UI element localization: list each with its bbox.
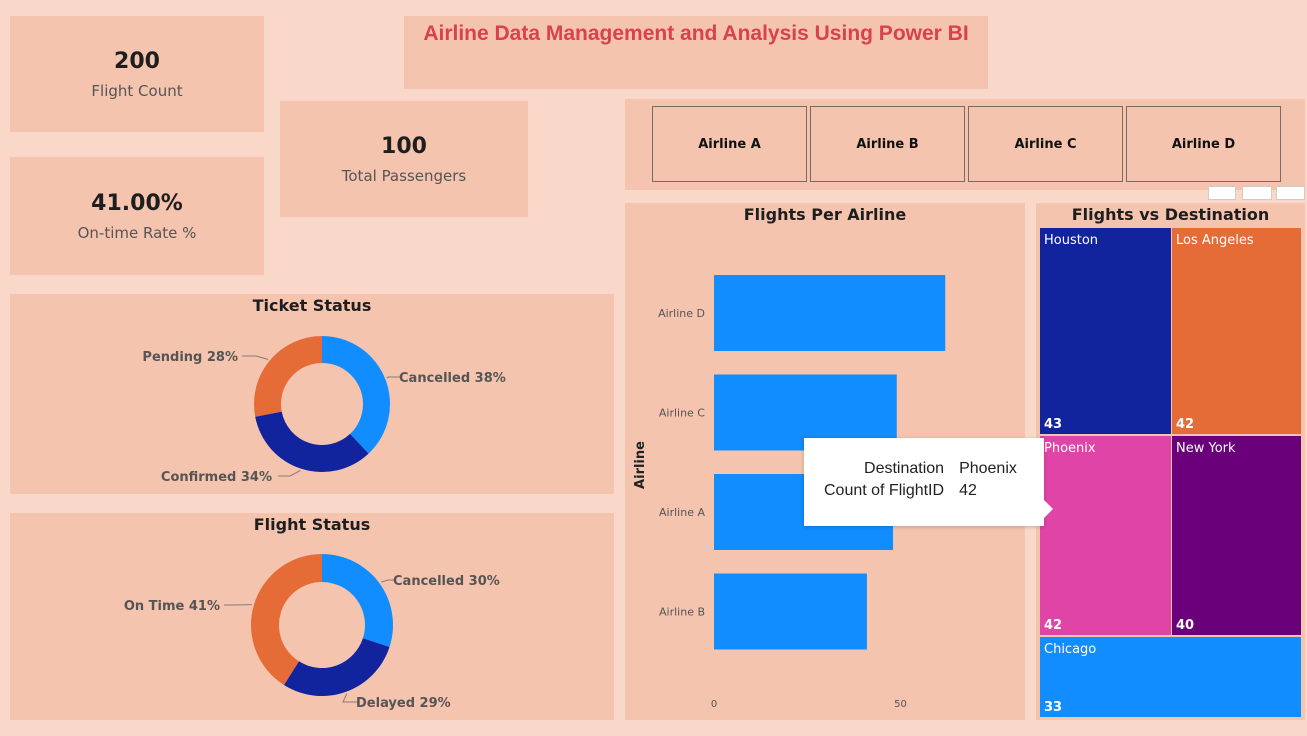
slicer-airline-b[interactable]: Airline B xyxy=(810,106,965,182)
flight-count-value: 200 xyxy=(114,48,160,74)
tooltip-value: 42 xyxy=(959,482,977,499)
y-tick-label: Airline A xyxy=(659,506,705,519)
on-time-rate-card: 41.00% On-time Rate % xyxy=(10,157,264,275)
tooltip-pointer xyxy=(1044,500,1053,518)
y-axis-title: Airline xyxy=(633,441,648,489)
ticket-status-slice-pending[interactable] xyxy=(254,336,322,417)
treemap-tile-chicago[interactable]: Chicago 33 xyxy=(1040,637,1301,717)
tooltip-key: Count of FlightID xyxy=(824,482,945,499)
ticket-status-card: Ticket Status Cancelled 38% Confirmed 34%… xyxy=(10,294,614,494)
on-time-rate-label: On-time Rate % xyxy=(77,223,197,242)
ticket-status-slice-cancelled[interactable] xyxy=(322,336,390,454)
treemap-tile-houston[interactable]: Houston 43 xyxy=(1040,228,1171,434)
bar-airline-b[interactable] xyxy=(714,573,867,650)
tooltip-row-destination: Destination Phoenix xyxy=(824,460,1017,478)
tooltip-row-count: Count of FlightID 42 xyxy=(824,478,1017,500)
bar-airline-d[interactable] xyxy=(714,275,946,351)
flight-status-slice-on-time[interactable] xyxy=(251,554,322,685)
flight-status-slice-delayed[interactable] xyxy=(283,638,390,696)
treemap-tile-label: Houston xyxy=(1044,233,1099,248)
y-tick-label: Airline B xyxy=(659,606,705,619)
total-passengers-card: 100 Total Passengers xyxy=(280,101,528,217)
ticket-status-label-cancelled: Cancelled 38% xyxy=(399,371,506,386)
airline-slicer: Airline A Airline B Airline C Airline D xyxy=(625,99,1305,190)
flight-status-label-cancelled: Cancelled 30% xyxy=(393,574,500,589)
ticket-status-leader-line xyxy=(278,470,301,477)
treemap-tile-value: 42 xyxy=(1176,417,1195,432)
ticket-status-label-confirmed: Confirmed 34% xyxy=(161,470,272,485)
treemap-tile-value: 42 xyxy=(1044,618,1063,633)
x-tick-label: 50 xyxy=(894,699,907,710)
flight-count-card: 200 Flight Count xyxy=(10,16,264,132)
tooltip-key: Destination xyxy=(864,460,945,477)
flight-status-label-on-time: On Time 41% xyxy=(124,599,220,614)
slicer-airline-d[interactable]: Airline D xyxy=(1126,106,1281,182)
report-title-card: Airline Data Management and Analysis Usi… xyxy=(404,16,988,89)
treemap-tile-new-york[interactable]: New York 40 xyxy=(1172,436,1301,635)
total-passengers-value: 100 xyxy=(381,133,427,159)
flights-vs-destination-card: Flights vs Destination Houston 43 Los Ange… xyxy=(1036,203,1305,720)
flight-status-donut: Cancelled 30% Delayed 29% On Time 41% xyxy=(124,554,500,711)
treemap-tile-label: Phoenix xyxy=(1044,441,1096,456)
chart-tooltip: Destination Phoenix Count of FlightID 42 xyxy=(804,438,1053,526)
report-title: Airline Data Management and Analysis Usi… xyxy=(423,22,969,45)
tooltip-value: Phoenix xyxy=(959,460,1017,477)
slicer-airline-c[interactable]: Airline C xyxy=(968,106,1123,182)
treemap-tile-label: Los Angeles xyxy=(1176,233,1254,248)
on-time-rate-value: 41.00% xyxy=(91,190,183,216)
treemap-tile-value: 33 xyxy=(1044,700,1063,715)
x-tick-label: 0 xyxy=(711,699,717,710)
ticket-status-label-pending: Pending 28% xyxy=(142,350,238,365)
treemap-tile-label: New York xyxy=(1176,441,1236,456)
ticket-status-donut: Cancelled 38% Confirmed 34% Pending 28% xyxy=(142,336,506,485)
more-options-icon[interactable] xyxy=(1276,186,1305,200)
treemap-tile-label: Chicago xyxy=(1044,642,1097,657)
treemap-tile-value: 43 xyxy=(1044,417,1063,432)
y-tick-label: Airline C xyxy=(659,407,705,420)
total-passengers-label: Total Passengers xyxy=(341,166,467,185)
ticket-status-leader-line xyxy=(242,355,269,360)
destination-treemap: Houston 43 Los Angeles 42 Phoenix 42 New York 4… xyxy=(1036,203,1305,720)
treemap-tile-value: 40 xyxy=(1176,618,1195,633)
flight-status-slice-cancelled[interactable] xyxy=(322,554,393,647)
focus-mode-icon[interactable] xyxy=(1242,186,1272,200)
ticket-status-slice-confirmed[interactable] xyxy=(255,411,369,472)
slicer-airline-a[interactable]: Airline A xyxy=(652,106,807,182)
treemap-tile-los-angeles[interactable]: Los Angeles 42 xyxy=(1172,228,1301,434)
filter-icon[interactable] xyxy=(1208,186,1236,200)
y-tick-label: Airline D xyxy=(658,307,705,320)
flight-status-label-delayed: Delayed 29% xyxy=(356,696,451,711)
flight-count-label: Flight Count xyxy=(91,81,183,100)
flight-status-card: Flight Status Cancelled 30% Delayed 29% On… xyxy=(10,513,614,720)
treemap-tile-phoenix[interactable]: Phoenix 42 xyxy=(1040,436,1171,635)
